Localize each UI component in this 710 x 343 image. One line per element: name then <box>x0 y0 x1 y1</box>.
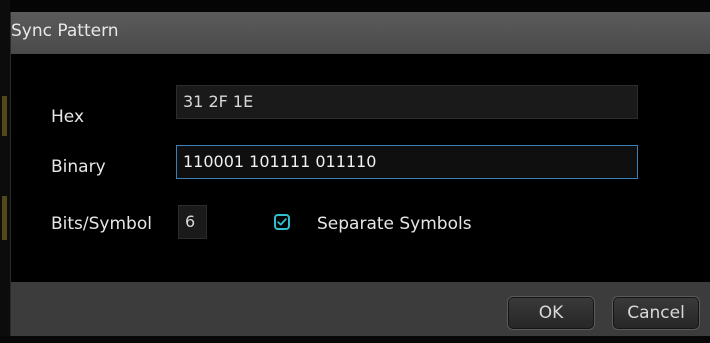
hex-field[interactable]: 31 2F 1E <box>176 85 638 119</box>
separate-symbols-checkbox[interactable] <box>274 214 290 230</box>
sync-pattern-dialog: Sync Pattern Hex 31 2F 1E Binary 110001 … <box>10 12 710 336</box>
checkmark-icon <box>277 218 287 226</box>
dialog-title: Sync Pattern <box>11 21 119 41</box>
dialog-titlebar[interactable]: Sync Pattern <box>11 12 710 54</box>
separate-symbols-label[interactable]: Separate Symbols <box>317 214 472 234</box>
bits-per-symbol-field[interactable]: 6 <box>178 205 207 239</box>
cancel-button[interactable]: Cancel <box>612 296 700 330</box>
background-trace <box>2 96 7 136</box>
binary-label: Binary <box>51 157 106 177</box>
ok-button[interactable]: OK <box>507 296 595 330</box>
background-trace <box>2 196 7 240</box>
background-left-edge <box>0 0 10 343</box>
hex-label: Hex <box>51 107 85 127</box>
bits-per-symbol-label: Bits/Symbol <box>51 214 152 234</box>
background-bottom <box>0 336 710 343</box>
background-top <box>0 0 710 12</box>
dialog-footer <box>11 282 710 336</box>
binary-field[interactable]: 110001 101111 011110 <box>176 145 638 179</box>
